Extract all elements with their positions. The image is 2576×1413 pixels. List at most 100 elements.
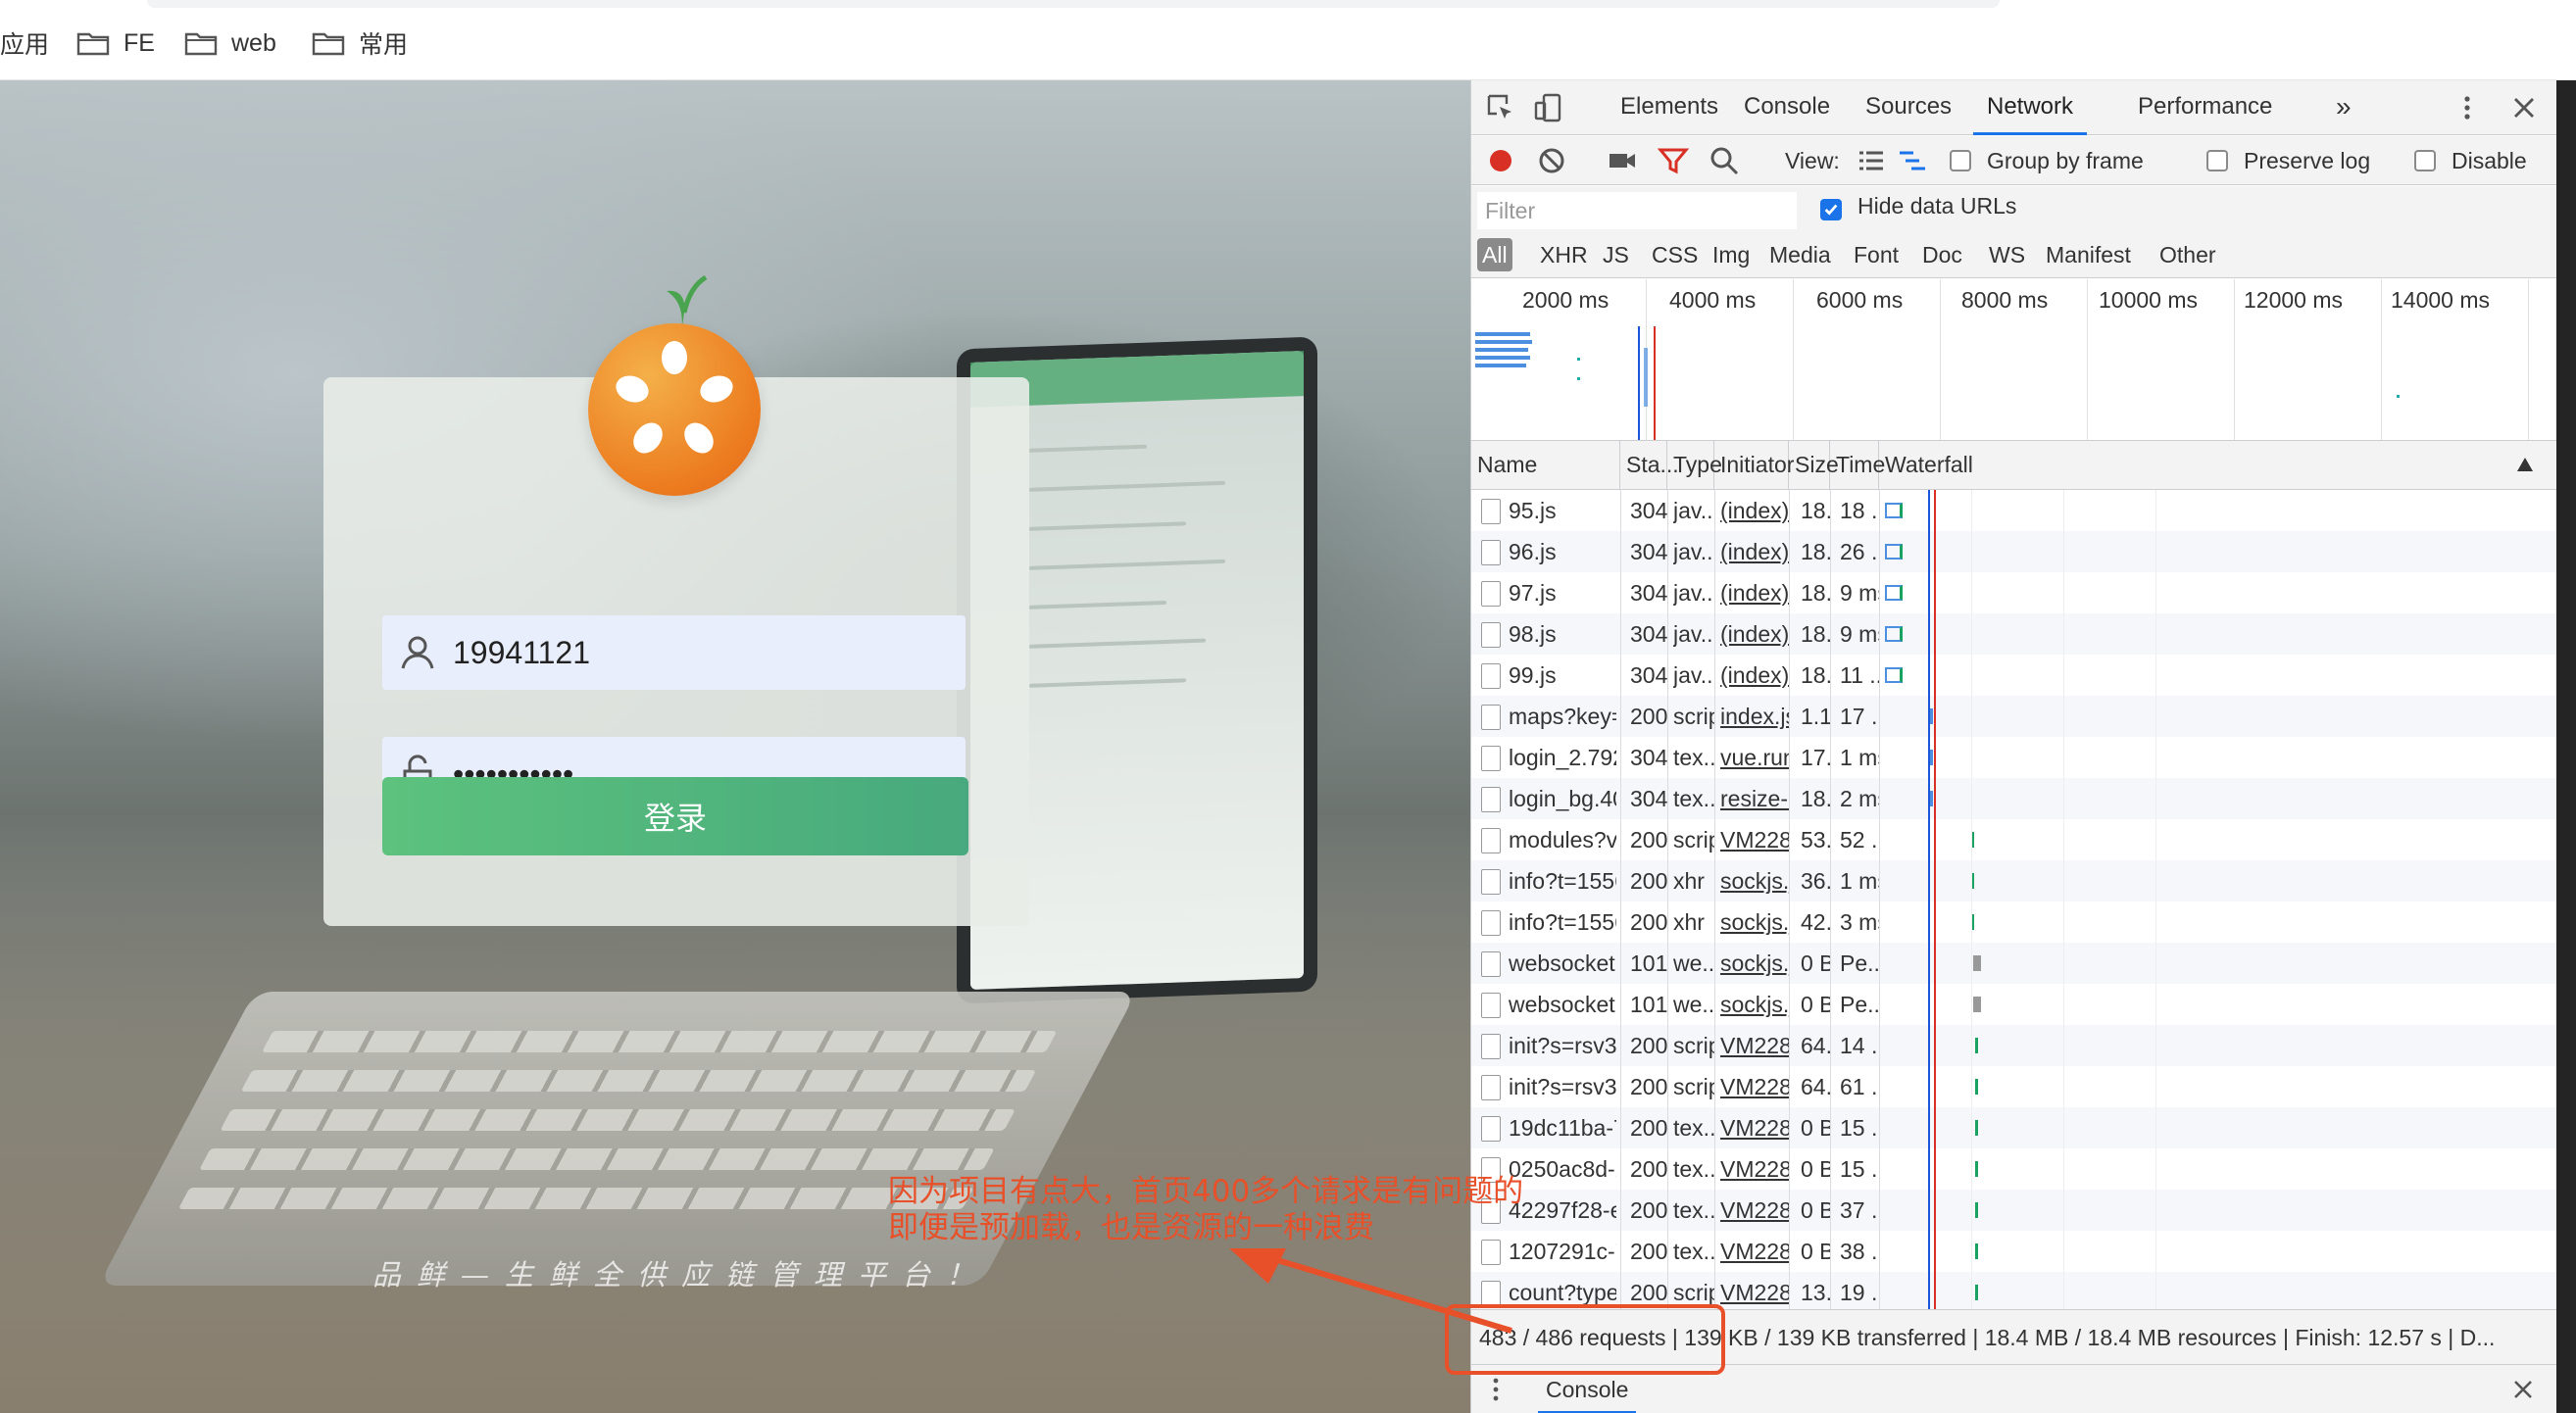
table-row[interactable]: 97.js 304jav...(index) 18... 9 ms bbox=[1471, 572, 2557, 613]
bookmark-folder-web[interactable]: web bbox=[184, 24, 276, 63]
filter-type-doc[interactable]: Doc bbox=[1922, 238, 1962, 271]
cell-initiator[interactable]: VM228... bbox=[1720, 1107, 1789, 1148]
waterfall-bar bbox=[1885, 667, 1903, 683]
cell-initiator[interactable]: sockjs.j... bbox=[1720, 943, 1789, 984]
filter-type-all[interactable]: All bbox=[1477, 238, 1512, 271]
column-header-waterfall[interactable]: Waterfall bbox=[1879, 441, 2557, 490]
menu-dots-icon[interactable] bbox=[2452, 92, 2483, 123]
file-icon bbox=[1481, 622, 1501, 648]
inspect-element-icon[interactable] bbox=[1485, 92, 1516, 123]
table-row[interactable]: 98.js 304jav...(index) 18... 9 ms bbox=[1471, 613, 2557, 655]
filter-type-img[interactable]: Img bbox=[1712, 238, 1750, 271]
column-header-initiator[interactable]: Initiator bbox=[1714, 441, 1794, 490]
filter-type-media[interactable]: Media bbox=[1769, 238, 1831, 271]
cell-name: login_bg.40ecf2... bbox=[1509, 786, 1616, 811]
table-row[interactable]: login_bg.40ecf2... 304tex...resize-e... 18… bbox=[1471, 778, 2557, 819]
table-row[interactable]: 96.js 304jav...(index) 18... 26 ... bbox=[1471, 531, 2557, 572]
cell-initiator[interactable]: VM228... bbox=[1720, 1148, 1789, 1190]
filter-type-xhr[interactable]: XHR bbox=[1540, 238, 1588, 271]
clear-icon[interactable] bbox=[1536, 145, 1567, 176]
cell-initiator[interactable]: (index) bbox=[1720, 531, 1789, 572]
table-row[interactable]: init?s=rsv3&prod... 200scriptVM228... 64..… bbox=[1471, 1066, 2557, 1107]
tab-console[interactable]: Console bbox=[1744, 80, 1830, 135]
filter-type-manifest[interactable]: Manifest bbox=[2046, 238, 2131, 271]
tab-performance[interactable]: Performance bbox=[2138, 80, 2272, 135]
table-row[interactable]: init?s=rsv3&prod... 200scriptVM228... 64..… bbox=[1471, 1025, 2557, 1066]
table-row[interactable]: 0250ac8d-2a93-... 200tex...VM228... 0 B 15 … bbox=[1471, 1148, 2557, 1190]
table-row[interactable]: websocket 101we...sockjs.j... 0 B Pe... bbox=[1471, 984, 2557, 1025]
filter-type-ws[interactable]: WS bbox=[1989, 238, 2025, 271]
cell-initiator[interactable]: sockjs.j... bbox=[1720, 860, 1789, 901]
cell-initiator[interactable]: VM228... bbox=[1720, 1190, 1789, 1231]
filter-type-other[interactable]: Other bbox=[2159, 238, 2216, 271]
close-icon[interactable] bbox=[2508, 92, 2540, 123]
cell-initiator[interactable]: sockjs.j... bbox=[1720, 984, 1789, 1025]
table-row[interactable]: 42297f28-e6e3-... 200tex...VM228... 0 B 37 … bbox=[1471, 1190, 2557, 1231]
cell-initiator[interactable]: VM228... bbox=[1720, 1231, 1789, 1272]
hide-data-urls-checkbox[interactable] bbox=[1820, 199, 1842, 220]
large-rows-icon[interactable] bbox=[1856, 145, 1887, 176]
drawer-menu-icon[interactable] bbox=[1491, 1377, 1501, 1402]
table-row[interactable]: 19dc11ba-7797-... 200tex...VM228... 0 B 15 … bbox=[1471, 1107, 2557, 1148]
column-header-status[interactable]: Sta... bbox=[1620, 441, 1679, 490]
filter-type-font[interactable]: Font bbox=[1854, 238, 1899, 271]
filter-type-js[interactable]: JS bbox=[1603, 238, 1629, 271]
sort-ascending-icon[interactable] bbox=[2516, 457, 2534, 472]
username-value: 19941121 bbox=[453, 634, 590, 670]
table-row[interactable]: 99.js 304jav...(index) 18... 11 ... bbox=[1471, 655, 2557, 696]
table-row[interactable]: info?t=15566137... 200xhr sockjs.j... 36...… bbox=[1471, 860, 2557, 901]
device-toolbar-icon[interactable] bbox=[1532, 92, 1563, 123]
username-field[interactable]: 19941121 bbox=[382, 615, 966, 690]
search-icon[interactable] bbox=[1709, 145, 1740, 176]
cell-initiator[interactable]: sockjs.j... bbox=[1720, 901, 1789, 943]
cell-time: 19 ... bbox=[1840, 1280, 1879, 1305]
cell-initiator[interactable]: VM228... bbox=[1720, 1272, 1789, 1309]
table-row[interactable]: 95.js 304jav...(index) 18... 18 ... bbox=[1471, 490, 2557, 531]
cell-initiator[interactable]: (index) bbox=[1720, 655, 1789, 696]
cell-initiator[interactable]: VM228... bbox=[1720, 1066, 1789, 1107]
page-scrollbar[interactable] bbox=[2556, 80, 2576, 1413]
filter-input[interactable] bbox=[1477, 192, 1797, 229]
column-header-size[interactable]: Size bbox=[1789, 441, 1839, 490]
table-row[interactable]: info?t=15566137... 200xhr sockjs.j... 42...… bbox=[1471, 901, 2557, 943]
cell-initiator[interactable]: (index) bbox=[1720, 613, 1789, 655]
login-button[interactable]: 登录 bbox=[382, 777, 968, 855]
waterfall-overview-icon[interactable] bbox=[1897, 145, 1928, 176]
table-row[interactable]: modules?v=1.4.... 200scriptVM228... 53....… bbox=[1471, 819, 2557, 860]
group-by-frame-checkbox[interactable] bbox=[1950, 150, 1971, 171]
address-bar-edge[interactable] bbox=[147, 0, 2000, 8]
tab-elements[interactable]: Elements bbox=[1620, 80, 1718, 135]
cell-initiator[interactable]: VM228... bbox=[1720, 1025, 1789, 1066]
bookmark-folder-common[interactable]: 常用 bbox=[312, 24, 408, 63]
table-row[interactable]: websocket 101we...sockjs.j... 0 B Pe... bbox=[1471, 943, 2557, 984]
tab-network[interactable]: Network bbox=[1973, 80, 2088, 135]
bookmark-folder-fe[interactable]: FE bbox=[76, 24, 155, 63]
network-overview-timeline[interactable]: 2000 ms 4000 ms 6000 ms 8000 ms 10000 ms… bbox=[1471, 279, 2557, 441]
cell-initiator[interactable]: resize-e... bbox=[1720, 778, 1789, 819]
column-header-type[interactable]: Type bbox=[1667, 441, 1722, 490]
disable-cache-checkbox[interactable] bbox=[2414, 150, 2436, 171]
cell-name: 99.js bbox=[1509, 662, 1557, 688]
tab-sources[interactable]: Sources bbox=[1865, 80, 1952, 135]
table-row[interactable]: maps?key=d6a2... 200scriptindex.js... 1.1.… bbox=[1471, 696, 2557, 737]
cell-initiator[interactable]: index.js... bbox=[1720, 696, 1789, 737]
filter-type-css[interactable]: CSS bbox=[1652, 238, 1698, 271]
column-header-name[interactable]: Name bbox=[1471, 441, 1620, 490]
filter-icon[interactable] bbox=[1658, 145, 1689, 176]
cell-initiator[interactable]: (index) bbox=[1720, 572, 1789, 613]
bookmark-apps[interactable]: 应用 bbox=[0, 24, 49, 63]
screenshot-camera-icon[interactable] bbox=[1607, 145, 1638, 176]
folder-icon bbox=[312, 30, 345, 56]
table-row[interactable]: 1207291c-773c-... 200tex...VM228... 0 B 38 … bbox=[1471, 1231, 2557, 1272]
cell-time: 15 ... bbox=[1840, 1115, 1879, 1141]
cell-initiator[interactable]: (index) bbox=[1720, 490, 1789, 531]
preserve-log-checkbox[interactable] bbox=[2206, 150, 2228, 171]
record-icon[interactable] bbox=[1485, 145, 1516, 176]
more-tabs-button[interactable]: » bbox=[2336, 80, 2352, 135]
cell-initiator[interactable]: vue.runt... bbox=[1720, 737, 1789, 778]
cell-time: 1 ms bbox=[1840, 868, 1879, 894]
cell-initiator[interactable]: VM228... bbox=[1720, 819, 1789, 860]
table-row[interactable]: login_2.792aaa5... 304tex...vue.runt... 17… bbox=[1471, 737, 2557, 778]
column-header-time[interactable]: Time bbox=[1830, 441, 1885, 490]
close-drawer-icon[interactable] bbox=[2510, 1377, 2536, 1402]
